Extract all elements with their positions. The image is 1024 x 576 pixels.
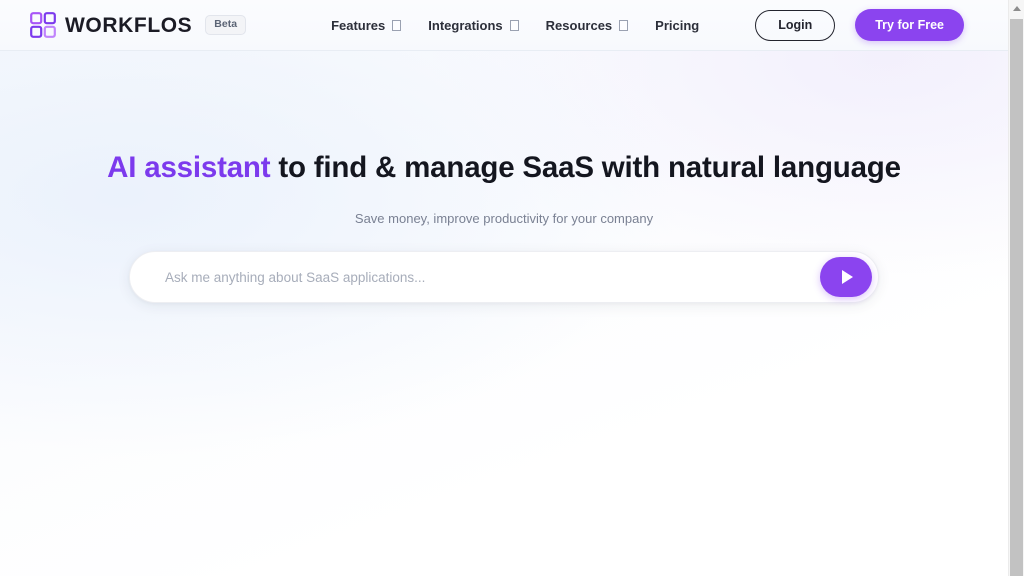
beta-badge: Beta [205,15,247,35]
nav-item-label: Integrations [428,17,503,33]
vertical-scrollbar[interactable] [1008,0,1024,576]
ai-search-bar [129,251,879,304]
nav-item-features[interactable]: Features [331,17,402,33]
send-button[interactable] [820,257,872,298]
hero-subtitle: Save money, improve productivity for you… [354,210,654,226]
grid-squares-logo-icon [30,12,56,38]
scroll-up-arrow-icon[interactable] [1009,0,1024,16]
headline-accent: AI assistant [107,151,271,184]
page-title: AI assistant to find & manage SaaS with … [0,150,1008,186]
hero-section: AI assistant to find & manage SaaS with … [0,51,1008,304]
chevron-down-icon [392,19,402,31]
nav-item-integrations[interactable]: Integrations [428,17,519,33]
page-viewport: WORKFLOS Beta Features Integrations Reso… [0,0,1008,576]
headline-rest: to find & manage SaaS with natural langu… [270,151,901,184]
brand-name: WORKFLOS [65,13,193,37]
main-nav: Features Integrations Resources Pricing [331,19,699,32]
nav-item-label: Pricing [655,17,700,33]
site-header: WORKFLOS Beta Features Integrations Reso… [0,0,1008,51]
nav-item-resources[interactable]: Resources [545,17,629,33]
search-input[interactable] [129,251,879,304]
header-actions: Login Try for Free [755,9,964,41]
send-play-icon [842,270,853,285]
chevron-down-icon [619,19,629,31]
nav-item-label: Resources [545,17,613,33]
brand-logo[interactable]: WORKFLOS Beta [30,12,247,38]
chevron-down-icon [509,19,519,31]
login-button[interactable]: Login [755,9,836,41]
nav-item-pricing[interactable]: Pricing [655,19,699,32]
scrollbar-thumb[interactable] [1010,19,1023,576]
nav-item-label: Features [331,17,386,33]
try-for-free-button[interactable]: Try for Free [855,9,964,41]
